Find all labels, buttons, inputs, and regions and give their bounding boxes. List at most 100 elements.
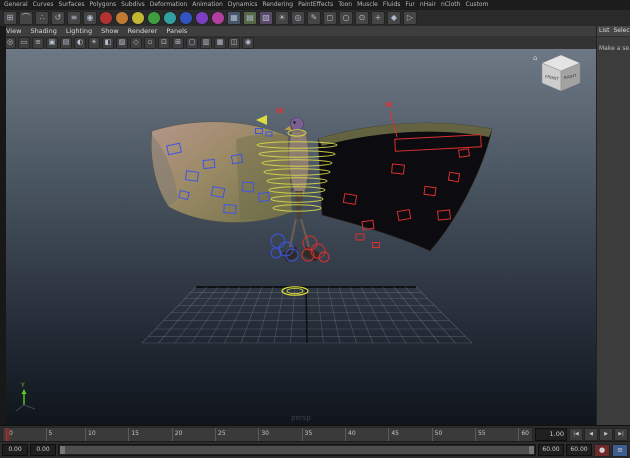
attribute-editor-panel: List Selected Make a se... <box>596 26 630 425</box>
anim-start-field[interactable]: 0.00 <box>2 444 28 456</box>
render-view-icon[interactable]: ◉ <box>83 11 97 25</box>
material-ball-teal-icon[interactable] <box>163 11 177 25</box>
shelf-tab[interactable]: Toon <box>338 0 352 10</box>
playback-start-field[interactable]: 0.00 <box>30 444 56 456</box>
shelf-tab[interactable]: Fluids <box>383 0 401 10</box>
ramp-texture-icon[interactable]: ▤ <box>243 11 257 25</box>
range-slider[interactable] <box>58 444 536 456</box>
panel-menu-item[interactable]: Shading <box>30 26 56 36</box>
wireframe-on-shaded-icon[interactable]: ◇ <box>130 37 142 49</box>
panel-menu-item[interactable]: Panels <box>166 26 187 36</box>
checker-texture-icon[interactable]: ▦ <box>227 11 241 25</box>
field-chart-icon[interactable]: ◫ <box>228 37 240 49</box>
shelf-tab[interactable]: Deformation <box>150 0 187 10</box>
snap-point-icon[interactable]: ∴ <box>35 11 49 25</box>
resolution-gate-icon[interactable]: ▥ <box>200 37 212 49</box>
shelf-tab[interactable]: Fur <box>405 0 414 10</box>
shelf-tab[interactable]: Curves <box>33 0 54 10</box>
xray-icon[interactable]: ▫ <box>144 37 156 49</box>
material-ball-orange-icon[interactable] <box>115 11 129 25</box>
noise-texture-icon[interactable]: ▨ <box>259 11 273 25</box>
step-back-button[interactable]: ◀ <box>584 428 598 441</box>
range-handle-left[interactable] <box>60 446 65 454</box>
image-plane-icon[interactable]: ▤ <box>60 37 72 49</box>
go-to-end-button[interactable]: ▶| <box>614 428 628 441</box>
range-slider-row: 0.00 0.00 60.00 60.00 ●≡ <box>0 441 630 458</box>
frame-tick: 55 <box>475 428 486 441</box>
nurbs-circle-icon[interactable]: ⊙ <box>355 11 369 25</box>
shaded-mode-icon[interactable]: ◧ <box>102 37 114 49</box>
anim-prefs-button[interactable]: ≡ <box>612 444 628 457</box>
default-lighting-icon[interactable]: ☀ <box>88 37 100 49</box>
two-sided-lighting-icon[interactable]: ◐ <box>74 37 86 49</box>
head-arrow-control[interactable] <box>256 115 267 125</box>
attribute-editor-menu-item[interactable]: Selected <box>614 26 630 36</box>
bird-head <box>291 118 304 131</box>
playblast-icon[interactable]: ▷ <box>403 11 417 25</box>
attribute-editor-message: Make a se... <box>597 37 630 60</box>
time-slider-ruler[interactable]: 051015202530354045505560 <box>2 427 533 442</box>
bookmarks-icon[interactable]: ▣ <box>46 37 58 49</box>
shelf-tab[interactable]: nCloth <box>441 0 461 10</box>
frame-tick: 20 <box>172 428 183 441</box>
paint-effects-icon[interactable]: ✎ <box>307 11 321 25</box>
view-cube[interactable]: ⌂ FRONT RIGHT <box>533 54 580 91</box>
material-ball-green-icon[interactable] <box>147 11 161 25</box>
attribute-editor-menu-item[interactable]: List <box>599 26 610 36</box>
poly-sphere-icon[interactable]: ○ <box>339 11 353 25</box>
list-input-icon[interactable]: ≡ <box>67 11 81 25</box>
material-ball-red-icon[interactable] <box>99 11 113 25</box>
shelf-tab[interactable]: Custom <box>465 0 488 10</box>
material-ball-pink-icon[interactable] <box>211 11 225 25</box>
panel-menu-item[interactable]: Show <box>101 26 119 36</box>
camera-attributes-icon[interactable]: ≡ <box>32 37 44 49</box>
panel-menu-item[interactable]: Renderer <box>128 26 158 36</box>
joint-tool-icon[interactable]: + <box>371 11 385 25</box>
home-icon[interactable]: ⌂ <box>533 54 537 62</box>
shelf-tab[interactable]: Animation <box>192 0 223 10</box>
grid-toggle-icon[interactable]: ⊞ <box>172 37 184 49</box>
lock-camera-icon[interactable]: ▭ <box>18 37 30 49</box>
go-to-start-button[interactable]: |◀ <box>569 428 583 441</box>
isolate-select-icon[interactable]: ⊡ <box>158 37 170 49</box>
camera-icon[interactable]: ◎ <box>291 11 305 25</box>
viewport-3d[interactable]: IK IK persp ⌂ FRONT RIGHT Y <box>6 49 596 425</box>
shelf-tab[interactable]: Polygons <box>89 0 116 10</box>
snap-grid-icon[interactable]: ⊞ <box>3 11 17 25</box>
poly-cube-icon[interactable]: ◻ <box>323 11 337 25</box>
playback-end-field[interactable]: 60.00 <box>538 444 564 456</box>
snap-curve-icon[interactable]: ⌒ <box>19 11 33 25</box>
play-button[interactable]: ▶ <box>599 428 613 441</box>
frame-tick: 15 <box>128 428 139 441</box>
material-ball-yellow-icon[interactable] <box>131 11 145 25</box>
shelf-tab[interactable]: PaintEffects <box>298 0 333 10</box>
constraint-icon[interactable]: ◆ <box>387 11 401 25</box>
panel-menu-item[interactable]: Lighting <box>66 26 92 36</box>
ik-label-left: IK <box>276 107 285 115</box>
textured-mode-icon[interactable]: ▨ <box>116 37 128 49</box>
safe-action-icon[interactable]: ◉ <box>242 37 254 49</box>
current-time-field[interactable]: 1.00 <box>535 428 567 441</box>
shelf-tab[interactable]: Subdivs <box>121 0 145 10</box>
light-icon[interactable]: ☀ <box>275 11 289 25</box>
shelf-tab[interactable]: Rendering <box>262 0 293 10</box>
shelf-tab[interactable]: General <box>4 0 28 10</box>
material-ball-blue-icon[interactable] <box>179 11 193 25</box>
anim-end-field[interactable]: 60.00 <box>566 444 592 456</box>
playback-controls: |◀◀▶▶| <box>569 428 628 441</box>
material-ball-purple-icon[interactable] <box>195 11 209 25</box>
range-handle-right[interactable] <box>529 446 534 454</box>
construction-history-icon[interactable]: ↺ <box>51 11 65 25</box>
panel-menu-item[interactable]: View <box>6 26 21 36</box>
frame-tick: 25 <box>215 428 226 441</box>
shelf-tab[interactable]: nHair <box>420 0 436 10</box>
film-gate-icon[interactable]: ▢ <box>186 37 198 49</box>
gate-mask-icon[interactable]: ▦ <box>214 37 226 49</box>
shelf-tab[interactable]: Dynamics <box>228 0 258 10</box>
current-frame-marker[interactable] <box>5 428 10 441</box>
shelf-tab[interactable]: Surfaces <box>58 0 84 10</box>
right-wing <box>318 123 492 251</box>
ik-label-right: IK <box>385 101 394 109</box>
shelf-tab[interactable]: Muscle <box>357 0 378 10</box>
auto-key-button[interactable]: ● <box>594 444 610 457</box>
